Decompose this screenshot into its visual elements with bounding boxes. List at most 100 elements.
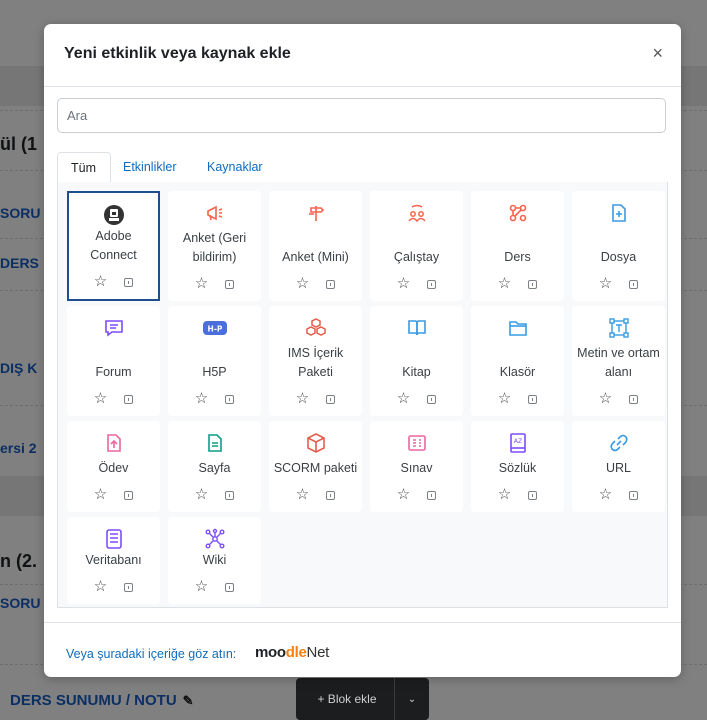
star-icon[interactable]: ☆ — [397, 391, 410, 406]
activity-link[interactable]: DIŞ K — [0, 360, 37, 376]
activity-item-megaphone[interactable]: Anket (Geri bildirim) ☆ — [168, 191, 261, 301]
info-icon[interactable] — [629, 279, 639, 289]
activity-item-label: SCORM paketi — [273, 461, 358, 475]
activity-item-label: Wiki — [202, 553, 227, 567]
star-icon[interactable]: ☆ — [296, 487, 309, 502]
activity-grid: Adobe Connect ☆ Anket (Geri bildirim) ☆ Anke… — [57, 182, 668, 608]
tab-activities[interactable]: Etkinlikler — [110, 152, 190, 183]
activity-item-label: URL — [605, 461, 631, 475]
activity-item-text-media[interactable]: Metin ve ortam alanı ☆ — [572, 306, 665, 416]
activity-item-actions: ☆ — [471, 391, 564, 406]
info-icon[interactable] — [629, 394, 639, 404]
h5p-icon: H-P — [168, 317, 261, 339]
info-icon[interactable] — [629, 490, 639, 500]
section-heading: n (2. — [0, 551, 38, 571]
activity-item-label: Sayfa — [198, 461, 231, 475]
pencil-icon[interactable]: ✎ — [183, 693, 194, 708]
star-icon[interactable]: ☆ — [195, 391, 208, 406]
star-icon[interactable]: ☆ — [599, 276, 612, 291]
activity-link[interactable]: ersi 2 — [0, 440, 37, 456]
info-icon[interactable] — [124, 582, 134, 592]
activity-item-actions: ☆ — [67, 391, 160, 406]
star-icon[interactable]: ☆ — [296, 391, 309, 406]
activity-item-database[interactable]: Veritabanı ☆ — [67, 517, 160, 604]
activity-link[interactable]: SORU — [0, 205, 40, 221]
moodlenet-logo[interactable]: moodleNet — [255, 644, 329, 661]
activity-item-quiz[interactable]: Sınav ☆ — [370, 421, 463, 512]
activity-item-h5p[interactable]: H-P H5P ☆ — [168, 306, 261, 416]
activity-item-label: Kitap — [402, 365, 431, 379]
close-button[interactable]: × — [652, 43, 663, 64]
tab-resources[interactable]: Kaynaklar — [194, 152, 276, 183]
activity-item-assignment[interactable]: Ödev ☆ — [67, 421, 160, 512]
info-icon[interactable] — [427, 394, 437, 404]
info-icon[interactable] — [427, 490, 437, 500]
activity-item-book[interactable]: Kitap ☆ — [370, 306, 463, 416]
info-icon[interactable] — [326, 490, 336, 500]
info-icon[interactable] — [225, 394, 235, 404]
moodlenet-link[interactable]: Veya şuradaki içeriğe göz atın: — [66, 647, 236, 661]
star-icon[interactable]: ☆ — [195, 487, 208, 502]
activity-link[interactable]: SORU — [0, 595, 40, 611]
activity-item-workshop[interactable]: Çalıştay ☆ — [370, 191, 463, 301]
activity-item-actions: ☆ — [67, 487, 160, 502]
info-icon[interactable] — [225, 279, 235, 289]
info-icon[interactable] — [427, 279, 437, 289]
star-icon[interactable]: ☆ — [498, 487, 511, 502]
star-icon[interactable]: ☆ — [296, 276, 309, 291]
star-icon[interactable]: ☆ — [195, 579, 208, 594]
activity-item-lesson[interactable]: Ders ☆ — [471, 191, 564, 301]
info-icon[interactable] — [124, 277, 134, 287]
activity-item-url[interactable]: URL ☆ — [572, 421, 665, 512]
activity-item-scorm[interactable]: SCORM paketi ☆ — [269, 421, 362, 512]
info-icon[interactable] — [326, 279, 336, 289]
info-icon[interactable] — [528, 279, 538, 289]
star-icon[interactable]: ☆ — [94, 579, 107, 594]
activity-item-adobe-connect[interactable]: Adobe Connect ☆ — [67, 191, 160, 301]
info-icon[interactable] — [124, 394, 134, 404]
star-icon[interactable]: ☆ — [94, 274, 107, 289]
svg-text:AZ: AZ — [513, 438, 521, 445]
add-activity-modal: Yeni etkinlik veya kaynak ekle × Tüm Etk… — [44, 24, 681, 677]
megaphone-icon — [168, 202, 261, 224]
search-input[interactable] — [57, 98, 666, 133]
info-icon[interactable] — [225, 490, 235, 500]
info-icon[interactable] — [124, 490, 134, 500]
activity-item-label: Klasör — [499, 365, 536, 379]
chevron-down-icon[interactable]: ⌄ — [395, 694, 429, 705]
workshop-icon — [370, 202, 463, 224]
activity-item-label: Adobe Connect — [90, 229, 137, 262]
activity-link[interactable]: DERS SUNUMU / NOTU ✎ — [10, 692, 194, 709]
activity-item-actions: ☆ — [572, 276, 665, 291]
info-icon[interactable] — [326, 394, 336, 404]
star-icon[interactable]: ☆ — [599, 487, 612, 502]
activity-item-label: Ödev — [98, 461, 129, 475]
activity-item-file[interactable]: Dosya ☆ — [572, 191, 665, 301]
star-icon[interactable]: ☆ — [94, 391, 107, 406]
activity-item-wiki[interactable]: Wiki ☆ — [168, 517, 261, 604]
add-block-button[interactable]: + Blok ekle ⌄ — [296, 678, 429, 720]
activity-item-actions: ☆ — [471, 487, 564, 502]
activity-item-forum[interactable]: Forum ☆ — [67, 306, 160, 416]
star-icon[interactable]: ☆ — [498, 276, 511, 291]
star-icon[interactable]: ☆ — [397, 276, 410, 291]
tab-all[interactable]: Tüm — [57, 152, 111, 183]
activity-item-glossary[interactable]: AZ Sözlük ☆ — [471, 421, 564, 512]
info-icon[interactable] — [528, 394, 538, 404]
star-icon[interactable]: ☆ — [397, 487, 410, 502]
activity-item-actions: ☆ — [168, 579, 261, 594]
activity-item-signpost[interactable]: Anket (Mini) ☆ — [269, 191, 362, 301]
star-icon[interactable]: ☆ — [498, 391, 511, 406]
info-icon[interactable] — [528, 490, 538, 500]
activity-link[interactable]: DERS — [0, 255, 39, 271]
star-icon[interactable]: ☆ — [599, 391, 612, 406]
activity-item-actions: ☆ — [168, 276, 261, 291]
logo-part: dle — [285, 644, 307, 661]
star-icon[interactable]: ☆ — [94, 487, 107, 502]
activity-item-folder[interactable]: Klasör ☆ — [471, 306, 564, 416]
activity-item-label: Forum — [95, 365, 132, 379]
info-icon[interactable] — [225, 582, 235, 592]
star-icon[interactable]: ☆ — [195, 276, 208, 291]
activity-item-ims-package[interactable]: IMS İçerik Paketi ☆ — [269, 306, 362, 416]
activity-item-page[interactable]: Sayfa ☆ — [168, 421, 261, 512]
